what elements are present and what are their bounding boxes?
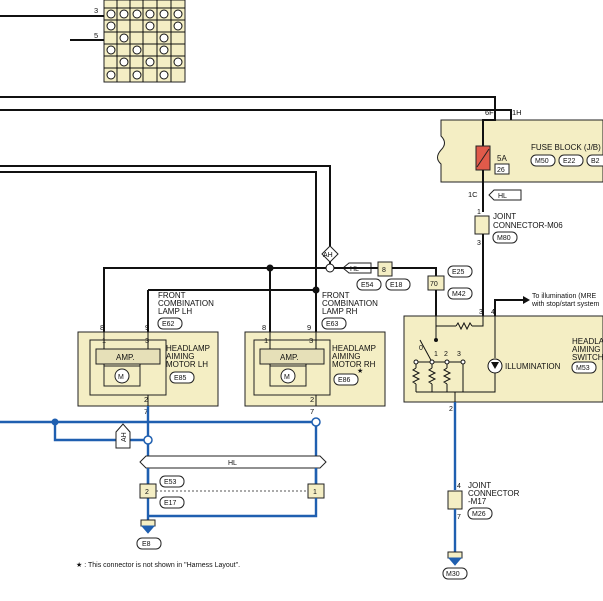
svg-text:M: M <box>118 374 124 381</box>
hl-tag-label: HL <box>498 193 507 200</box>
fuse-amp: 5A <box>497 154 507 163</box>
code-e54: E54 <box>361 282 374 289</box>
motor-lh-code: E85 <box>174 375 187 382</box>
pin-6f: 6F <box>485 108 494 117</box>
m06-title-1: JOINT <box>493 212 516 221</box>
svg-text:1: 1 <box>434 351 438 358</box>
svg-text:SWITCH: SWITCH <box>572 353 603 362</box>
m06-code: M80 <box>497 235 511 242</box>
code-e17: E17 <box>164 500 177 507</box>
svg-text:9: 9 <box>145 323 149 332</box>
lamp-rh-code: E63 <box>326 321 339 328</box>
pin-1c: 1C <box>468 190 478 199</box>
svg-text:4: 4 <box>457 483 461 490</box>
e53-pin-2: 2 <box>145 489 149 496</box>
rh-star-icon: ★ <box>357 367 363 375</box>
code-m42: M42 <box>452 291 466 298</box>
footnote: ★ : This connector is not shown in "Harn… <box>76 561 240 569</box>
fuse-block-title: FUSE BLOCK (J/B) <box>531 143 601 152</box>
switch-code: M53 <box>576 365 590 372</box>
headlamp-aiming-switch: 3 4 To illumination (MRE with stop/start… <box>403 293 603 413</box>
lamp-lh-code: E62 <box>162 321 175 328</box>
joint-connector-m06: 1 3 JOINT CONNECTOR-M06 M80 <box>474 209 563 247</box>
top-pin-5: 5 <box>94 31 98 40</box>
fuse-code-e22: E22 <box>563 158 576 165</box>
top-connector-grid: 3 5 <box>94 0 186 83</box>
svg-text:3: 3 <box>309 336 313 345</box>
wire-to-6f <box>0 96 496 110</box>
svg-text:1: 1 <box>264 336 268 345</box>
svg-text:2: 2 <box>449 406 453 413</box>
motor-rh-code: E86 <box>338 377 351 384</box>
m17-code: M26 <box>472 511 486 518</box>
wire-to-1h <box>0 109 512 120</box>
svg-text:3: 3 <box>457 351 461 358</box>
amp-rh: AMP. <box>280 353 299 362</box>
svg-text:-M17: -M17 <box>468 497 487 506</box>
illumination-label: ILLUMINATION <box>505 362 561 371</box>
ah-splice-label: AH <box>323 252 333 259</box>
fuse-block: 6F 1H 5A 26 FUSE BLOCK (J/B) M50 E22 B2 <box>437 108 603 183</box>
svg-text:8: 8 <box>100 323 104 332</box>
svg-text:LAMP RH: LAMP RH <box>322 307 358 316</box>
svg-text:3: 3 <box>145 336 149 345</box>
m06-title-2: CONNECTOR-M06 <box>493 221 563 230</box>
e54-pin: 8 <box>382 267 386 274</box>
joint-connector-m17: 4 7 JOINT CONNECTOR -M17 M26 <box>447 481 520 521</box>
svg-text:2: 2 <box>310 395 314 404</box>
svg-text:7: 7 <box>457 514 461 521</box>
code-e18: E18 <box>390 282 403 289</box>
svg-text:MOTOR LH: MOTOR LH <box>166 360 208 369</box>
code-e25: E25 <box>452 269 465 276</box>
fuse-code-b2: B2 <box>591 158 600 165</box>
m06-pin-1: 1 <box>477 209 481 216</box>
svg-text:MOTOR RH: MOTOR RH <box>332 360 376 369</box>
fuse-no: 26 <box>497 167 505 174</box>
e53-pin-1: 1 <box>313 489 317 496</box>
svg-text:9: 9 <box>307 323 311 332</box>
ground-m30: M30 <box>442 551 468 580</box>
e25-pin: 70 <box>430 281 438 288</box>
svg-text:8: 8 <box>262 323 266 332</box>
svg-text:with stop/start system: with stop/start system <box>531 301 599 308</box>
m06-pin-3: 3 <box>477 240 481 247</box>
wiring-diagram: 3 5 6F 1H 5A 26 FUSE BLOCK (J/B) M50 E22… <box>0 0 603 580</box>
svg-text:M: M <box>284 374 290 381</box>
svg-text:To illumination (MRE: To illumination (MRE <box>532 293 597 300</box>
ground-e8: E8 <box>136 519 162 550</box>
top-pin-3: 3 <box>94 6 98 15</box>
fuse-code-m50: M50 <box>535 158 549 165</box>
pin-1h: 1H <box>512 108 522 117</box>
lamp-lh-title-3: LAMP LH <box>158 307 192 316</box>
svg-text:2: 2 <box>444 351 448 358</box>
hl-wire-label: HL <box>228 460 237 467</box>
svg-text:7: 7 <box>310 407 314 416</box>
ah-wire-label: AH <box>121 432 128 442</box>
svg-text:0: 0 <box>419 345 423 352</box>
svg-text:3: 3 <box>479 309 483 316</box>
code-e8: E8 <box>142 541 151 548</box>
code-e53: E53 <box>164 479 177 486</box>
code-m30: M30 <box>446 571 460 578</box>
amp-lh: AMP. <box>116 353 135 362</box>
